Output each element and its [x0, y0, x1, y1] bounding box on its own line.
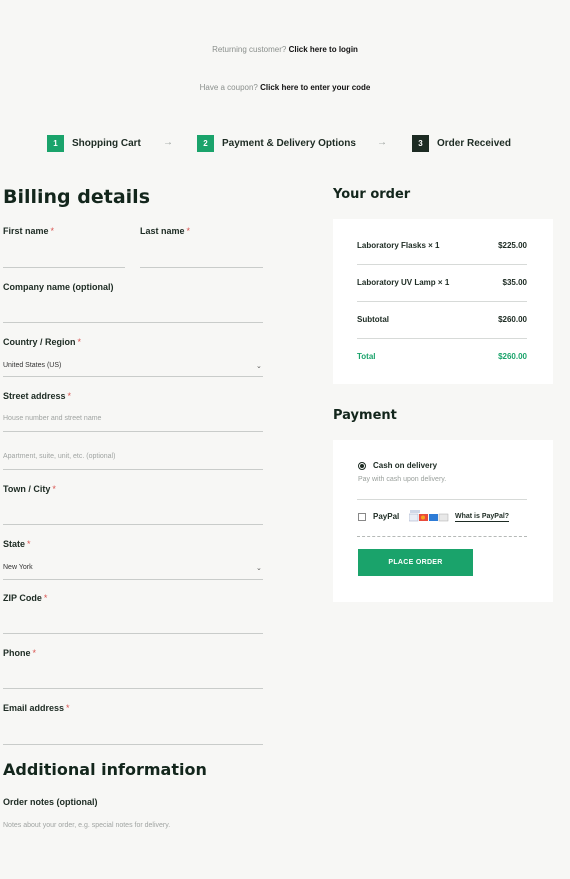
- paypal-radio[interactable]: [358, 513, 366, 521]
- street-input[interactable]: House number and street name: [3, 415, 101, 422]
- step-order-received[interactable]: 3 Order Received: [412, 134, 511, 152]
- order-item-qty: × 1: [437, 278, 450, 287]
- step-number: 2: [197, 134, 214, 152]
- step-number: 3: [412, 134, 429, 152]
- payment-cards-icon: [408, 510, 451, 523]
- your-order-title: Your order: [333, 187, 411, 202]
- order-notes-label: Order notes (optional): [3, 797, 98, 807]
- what-is-paypal-link[interactable]: What is PayPal?: [455, 513, 510, 522]
- company-label: Company name (optional): [3, 282, 114, 292]
- country-label: Country / Region *: [3, 337, 82, 347]
- step-shopping-cart[interactable]: 1 Shopping Cart: [47, 134, 141, 152]
- total-row: Total $260.00: [357, 352, 527, 361]
- chevron-down-icon: ⌄: [256, 565, 262, 572]
- divider: [357, 301, 527, 302]
- login-link[interactable]: Click here to login: [289, 45, 358, 54]
- town-label: Town / City *: [3, 484, 56, 494]
- divider: [357, 536, 527, 537]
- cod-label[interactable]: Cash on delivery: [373, 461, 437, 470]
- payment-card: Cash on delivery Pay with cash upon deli…: [333, 440, 553, 602]
- cod-description: Pay with cash upon delivery.: [358, 476, 447, 483]
- order-item-qty: × 1: [428, 241, 440, 250]
- company-input[interactable]: [3, 322, 263, 323]
- email-label: Email address *: [3, 703, 70, 713]
- returning-customer-notice: Returning customer? Click here to login: [0, 45, 570, 54]
- cod-radio[interactable]: [358, 462, 366, 470]
- divider: [357, 264, 527, 265]
- order-item-price: $35.00: [502, 278, 527, 287]
- coupon-notice: Have a coupon? Click here to enter your …: [0, 83, 570, 92]
- subtotal-label: Subtotal: [357, 315, 389, 324]
- additional-info-title: Additional information: [3, 760, 207, 779]
- subtotal-row: Subtotal $260.00: [357, 315, 527, 324]
- subtotal-value: $260.00: [498, 315, 527, 324]
- step-label: Payment & Delivery Options: [222, 137, 356, 149]
- order-item-name: Laboratory Flasks: [357, 241, 426, 250]
- total-value: $260.00: [498, 352, 527, 361]
- state-label: State *: [3, 539, 31, 549]
- apartment-input-underline: [3, 469, 263, 470]
- state-select[interactable]: New York: [3, 564, 33, 571]
- first-name-input[interactable]: [3, 267, 125, 268]
- phone-label: Phone *: [3, 648, 37, 658]
- order-item-row: Laboratory Flasks × 1 $225.00: [357, 241, 527, 250]
- order-summary-card: Laboratory Flasks × 1 $225.00 Laboratory…: [333, 219, 553, 384]
- zip-input[interactable]: [3, 633, 263, 634]
- zip-label: ZIP Code *: [3, 593, 48, 603]
- order-item-price: $225.00: [498, 241, 527, 250]
- apartment-input[interactable]: Apartment, suite, unit, etc. (optional): [3, 453, 115, 460]
- step-label: Order Received: [437, 137, 511, 149]
- paypal-label[interactable]: PayPal: [373, 512, 399, 521]
- step-payment-delivery[interactable]: 2 Payment & Delivery Options: [197, 134, 356, 152]
- state-select-underline: [3, 579, 263, 580]
- last-name-input[interactable]: [140, 267, 263, 268]
- last-name-label: Last name *: [140, 226, 191, 236]
- billing-title: Billing details: [3, 186, 150, 208]
- order-item-name: Laboratory UV Lamp: [357, 278, 436, 287]
- chevron-down-icon: ⌄: [256, 363, 262, 370]
- arrow-right-icon: →: [377, 137, 387, 148]
- country-select[interactable]: United States (US): [3, 362, 61, 369]
- country-select-underline: [3, 376, 263, 377]
- step-label: Shopping Cart: [72, 137, 141, 149]
- divider: [357, 338, 527, 339]
- order-item-row: Laboratory UV Lamp × 1 $35.00: [357, 278, 527, 287]
- street-label: Street address *: [3, 391, 72, 401]
- first-name-label: First name *: [3, 226, 55, 236]
- total-label: Total: [357, 352, 376, 361]
- street-input-underline: [3, 431, 263, 432]
- coupon-link[interactable]: Click here to enter your code: [260, 83, 370, 92]
- coupon-text: Have a coupon?: [199, 83, 258, 92]
- divider: [357, 499, 527, 500]
- phone-input[interactable]: [3, 688, 263, 689]
- payment-title: Payment: [333, 408, 397, 423]
- order-notes-input[interactable]: Notes about your order, e.g. special not…: [3, 822, 170, 829]
- step-number: 1: [47, 134, 64, 152]
- arrow-right-icon: →: [163, 137, 173, 148]
- email-input[interactable]: [3, 744, 263, 745]
- place-order-button[interactable]: PLACE ORDER: [358, 549, 473, 576]
- returning-customer-text: Returning customer?: [212, 45, 287, 54]
- town-input[interactable]: [3, 524, 263, 525]
